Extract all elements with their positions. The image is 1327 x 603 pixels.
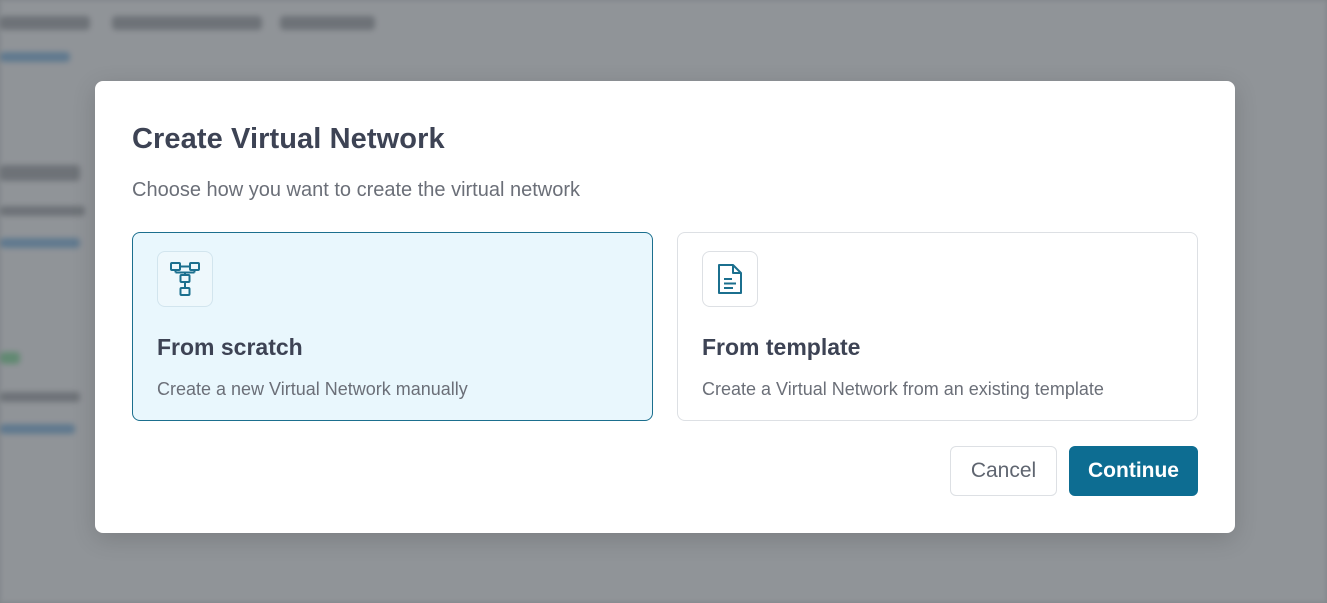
document-icon [702, 251, 758, 307]
network-diagram-icon [157, 251, 213, 307]
continue-button[interactable]: Continue [1069, 446, 1198, 496]
option-title: From template [702, 334, 861, 360]
create-virtual-network-dialog: Create Virtual Network Choose how you wa… [95, 81, 1235, 533]
option-from-scratch[interactable]: From scratch Create a new Virtual Networ… [132, 232, 653, 421]
option-description: Create a new Virtual Network manually [157, 379, 468, 399]
cancel-button[interactable]: Cancel [950, 446, 1057, 496]
dialog-subtitle: Choose how you want to create the virtua… [132, 179, 581, 201]
dialog-title: Create Virtual Network [132, 123, 445, 155]
option-description: Create a Virtual Network from an existin… [702, 379, 1104, 399]
option-title: From scratch [157, 334, 303, 360]
option-from-template[interactable]: From template Create a Virtual Network f… [677, 232, 1198, 421]
